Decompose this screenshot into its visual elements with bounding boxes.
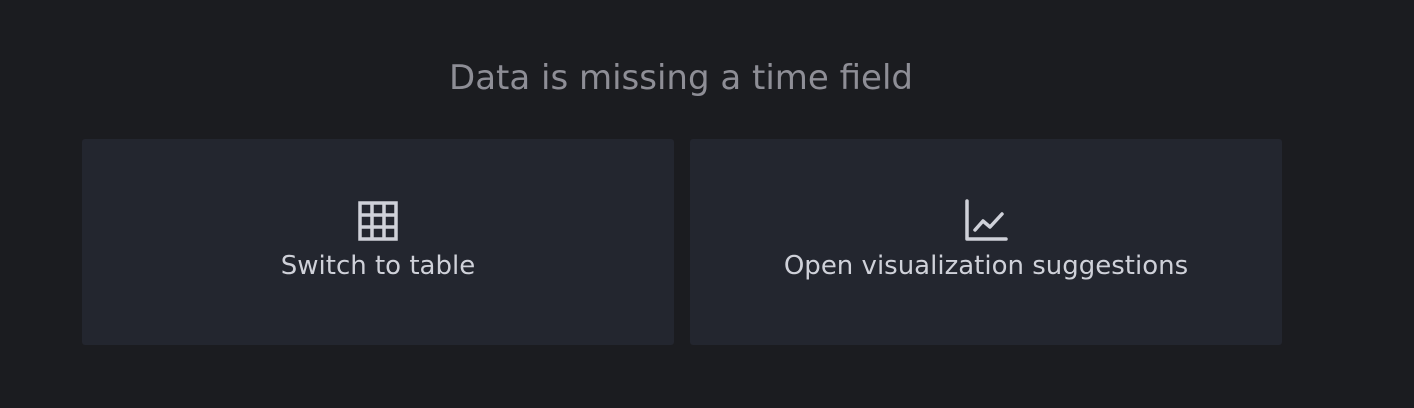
line-chart-icon (964, 199, 1008, 243)
missing-time-field-message: Data is missing a time field (449, 58, 913, 98)
switch-to-table-label: Switch to table (280, 251, 476, 281)
open-visualization-suggestions-label: Open visualization suggestions (783, 251, 1189, 281)
switch-to-table-button[interactable]: Switch to table (82, 139, 674, 345)
open-visualization-suggestions-button[interactable]: Open visualization suggestions (690, 139, 1282, 345)
table-icon (356, 199, 400, 243)
